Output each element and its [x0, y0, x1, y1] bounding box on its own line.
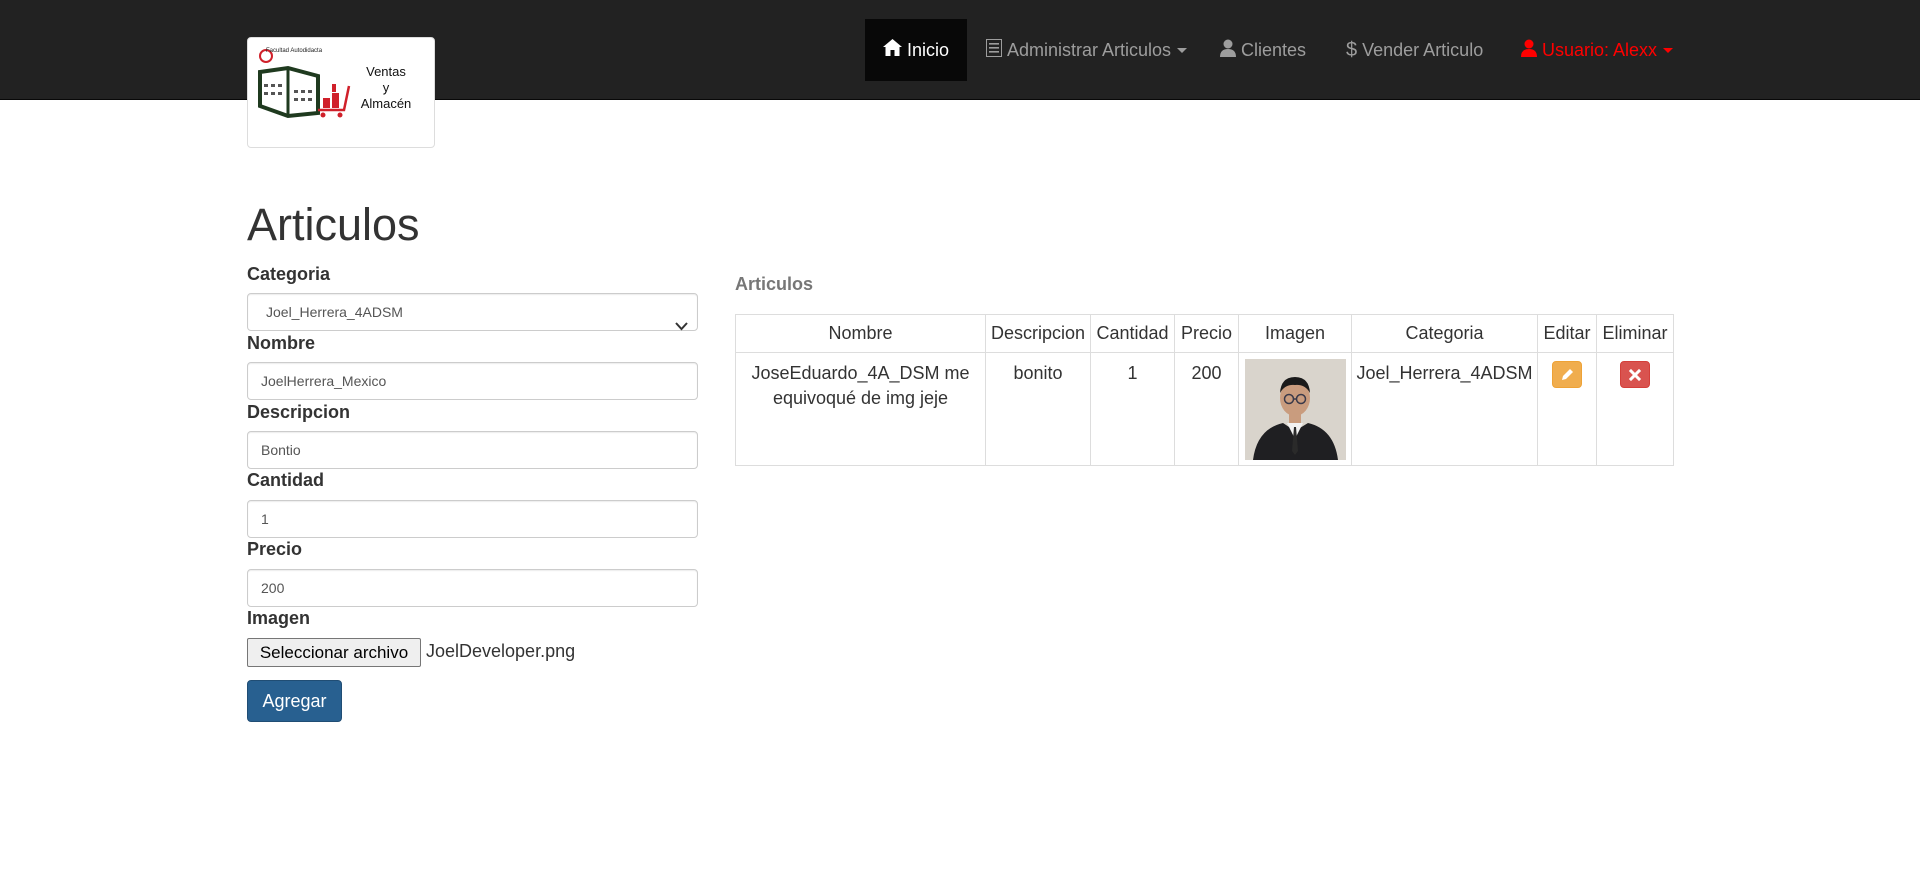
descripcion-label: Descripcion: [247, 402, 351, 422]
cell-nombre: JoseEduardo_4A_DSM me equivoqué de img j…: [735, 352, 986, 466]
cell-cantidad: 1: [1090, 352, 1175, 466]
brand-line-3: Almacén: [360, 96, 412, 111]
col-cantidad: Cantidad: [1090, 314, 1175, 353]
nav-manage-articles-label: Administrar Articulos: [1007, 39, 1172, 60]
cantidad-input[interactable]: 1: [247, 500, 698, 538]
col-nombre: Nombre: [735, 314, 986, 353]
file-select-button[interactable]: Seleccionar archivo: [247, 638, 421, 667]
dollar-icon: $: [1346, 38, 1358, 61]
user-icon: [1521, 39, 1537, 62]
col-eliminar: Eliminar: [1596, 314, 1674, 353]
caret-down-icon: [1177, 47, 1188, 53]
home-icon: [883, 39, 902, 61]
categoria-selected-value: Joel_Herrera_4ADSM: [266, 304, 403, 320]
table-title: Articulos: [735, 274, 814, 294]
table-row: JoseEduardo_4A_DSM me equivoqué de img j…: [735, 352, 1674, 466]
nav-sell[interactable]: $ Vender Articulo: [1328, 19, 1501, 81]
agregar-button[interactable]: Agregar: [247, 680, 342, 722]
selected-file-name: JoelDeveloper.png: [426, 641, 576, 661]
col-editar: Editar: [1537, 314, 1597, 353]
remove-icon: [1628, 368, 1642, 381]
brand-title: Ventas y Almacén: [348, 64, 424, 112]
nav-sell-label: Vender Articulo: [1362, 39, 1484, 60]
categoria-label: Categoria: [247, 264, 331, 284]
delete-button[interactable]: [1620, 361, 1650, 388]
table-header-row: Nombre Descripcion Cantidad Precio Image…: [735, 314, 1674, 353]
col-descripcion: Descripcion: [985, 314, 1091, 353]
cell-precio: 200: [1174, 352, 1239, 466]
nav-clients[interactable]: Clientes: [1202, 19, 1324, 81]
nombre-label: Nombre: [247, 333, 316, 353]
brand-small-text: Facultad Autodidacta: [266, 48, 323, 54]
chevron-down-icon: [675, 308, 688, 344]
imagen-label: Imagen: [247, 608, 311, 628]
nav-user-label: Usuario: Alexx: [1542, 39, 1658, 60]
user-icon: [1220, 39, 1236, 62]
cell-categoria: Joel_Herrera_4ADSM: [1351, 352, 1538, 466]
nav-clients-label: Clientes: [1241, 39, 1307, 60]
brand-line-1: Ventas: [366, 64, 406, 79]
col-precio: Precio: [1174, 314, 1239, 353]
nav-home-label: Inicio: [907, 39, 950, 60]
precio-input[interactable]: 200: [247, 569, 698, 607]
page-title: Articulos: [247, 199, 420, 250]
nav-manage-articles[interactable]: Administrar Articulos: [968, 19, 1205, 81]
caret-down-icon: [1663, 47, 1674, 53]
article-thumbnail-image: [1244, 359, 1346, 460]
col-categoria: Categoria: [1351, 314, 1538, 353]
cell-eliminar: [1596, 352, 1674, 466]
brand-line-2: y: [382, 80, 390, 95]
articles-table: Nombre Descripcion Cantidad Precio Image…: [735, 314, 1674, 466]
edit-button[interactable]: [1552, 361, 1582, 388]
nav-user-menu[interactable]: Usuario: Alexx: [1503, 19, 1691, 81]
nombre-input[interactable]: JoelHerrera_Mexico: [247, 362, 698, 400]
cell-editar: [1537, 352, 1597, 466]
col-imagen: Imagen: [1238, 314, 1352, 353]
categoria-select[interactable]: Joel_Herrera_4ADSM: [247, 293, 698, 331]
cantidad-label: Cantidad: [247, 470, 325, 490]
descripcion-input[interactable]: Bontio: [247, 431, 698, 469]
precio-label: Precio: [247, 539, 303, 559]
brand-logo[interactable]: Facultad Autodidacta Ventas y Almacén: [247, 37, 435, 148]
cell-imagen: [1238, 352, 1352, 466]
nav-home[interactable]: Inicio: [865, 19, 968, 81]
list-icon: [986, 38, 1002, 62]
cell-descripcion: bonito: [985, 352, 1091, 466]
pencil-icon: [1562, 368, 1573, 380]
